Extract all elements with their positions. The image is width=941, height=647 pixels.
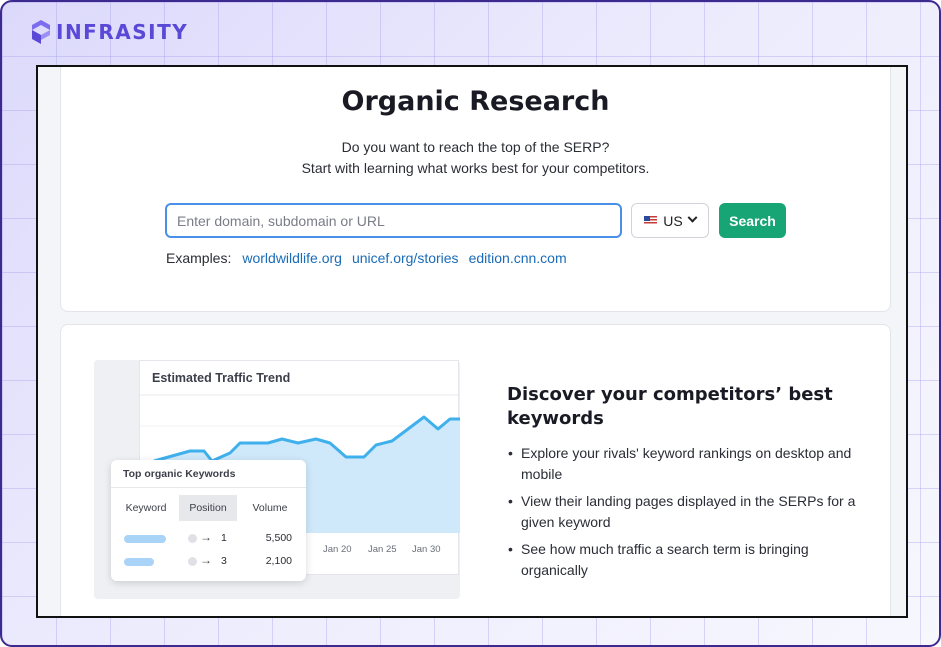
feature-bullet: See how much traffic a search term is br… bbox=[507, 539, 867, 581]
page-title: Organic Research bbox=[341, 86, 610, 117]
search-card: Organic Research Do you want to reach th… bbox=[60, 67, 891, 312]
domain-search-input[interactable] bbox=[165, 203, 622, 238]
database-label: US bbox=[663, 212, 683, 229]
subtitle-line-2: Start with learning what works best for … bbox=[301, 160, 650, 176]
infrasity-logo-icon bbox=[32, 20, 50, 44]
brand: INFRASITY bbox=[32, 20, 188, 44]
keyword-placeholder-bar bbox=[124, 558, 154, 566]
examples-label: Examples: bbox=[166, 250, 232, 266]
arrow-right-icon: → bbox=[200, 530, 212, 544]
keyword-placeholder-bar bbox=[124, 535, 166, 543]
divider bbox=[111, 487, 306, 488]
chevron-down-icon bbox=[687, 212, 698, 223]
table-row: → 1 5,500 bbox=[111, 530, 306, 548]
us-flag-icon bbox=[644, 216, 658, 225]
chart-title: Estimated Traffic Trend bbox=[152, 371, 291, 385]
dot-icon bbox=[188, 534, 197, 543]
feature-card: Estimated Traffic Trend Jan 20 Jan 25 Ja… bbox=[60, 324, 891, 616]
feature-bullet: View their landing pages displayed in th… bbox=[507, 491, 867, 533]
search-button[interactable]: Search bbox=[719, 203, 786, 238]
feature-list: Explore your rivals' keyword rankings on… bbox=[507, 443, 867, 587]
arrow-right-icon: → bbox=[200, 553, 212, 567]
x-tick-label: Jan 25 bbox=[368, 544, 397, 555]
column-header-position: Position bbox=[179, 495, 237, 521]
database-select[interactable]: US bbox=[631, 203, 709, 238]
position-value: 1 bbox=[221, 532, 227, 544]
promo-frame: INFRASITY Organic Research Do you want t… bbox=[0, 0, 941, 647]
screenshot-panel: Organic Research Do you want to reach th… bbox=[36, 65, 908, 618]
brand-name: INFRASITY bbox=[56, 20, 189, 44]
position-value: 3 bbox=[221, 555, 227, 567]
volume-value: 5,500 bbox=[265, 532, 292, 544]
feature-title: Discover your competitors’ best keywords bbox=[507, 384, 833, 429]
example-link-worldwildlife[interactable]: worldwildlife.org bbox=[242, 250, 342, 266]
feature-illustration: Estimated Traffic Trend Jan 20 Jan 25 Ja… bbox=[94, 360, 460, 599]
example-link-unicef[interactable]: unicef.org/stories bbox=[352, 250, 459, 266]
example-link-cnn[interactable]: edition.cnn.com bbox=[469, 250, 567, 266]
table-row: → 3 2,100 bbox=[111, 553, 306, 571]
examples-row: Examples: worldwildlife.org unicef.org/s… bbox=[166, 250, 567, 266]
x-tick-label: Jan 30 bbox=[412, 544, 441, 555]
top-keywords-card: Top organic Keywords Keyword Position Vo… bbox=[111, 460, 306, 581]
x-tick-label: Jan 20 bbox=[323, 544, 352, 555]
column-header-volume: Volume bbox=[252, 502, 288, 514]
volume-value: 2,100 bbox=[265, 555, 292, 567]
keywords-card-title: Top organic Keywords bbox=[123, 468, 236, 480]
feature-bullet: Explore your rivals' keyword rankings on… bbox=[507, 443, 867, 485]
column-header-keyword: Keyword bbox=[125, 502, 167, 514]
subtitle-line-1: Do you want to reach the top of the SERP… bbox=[341, 139, 610, 155]
dot-icon bbox=[188, 557, 197, 566]
